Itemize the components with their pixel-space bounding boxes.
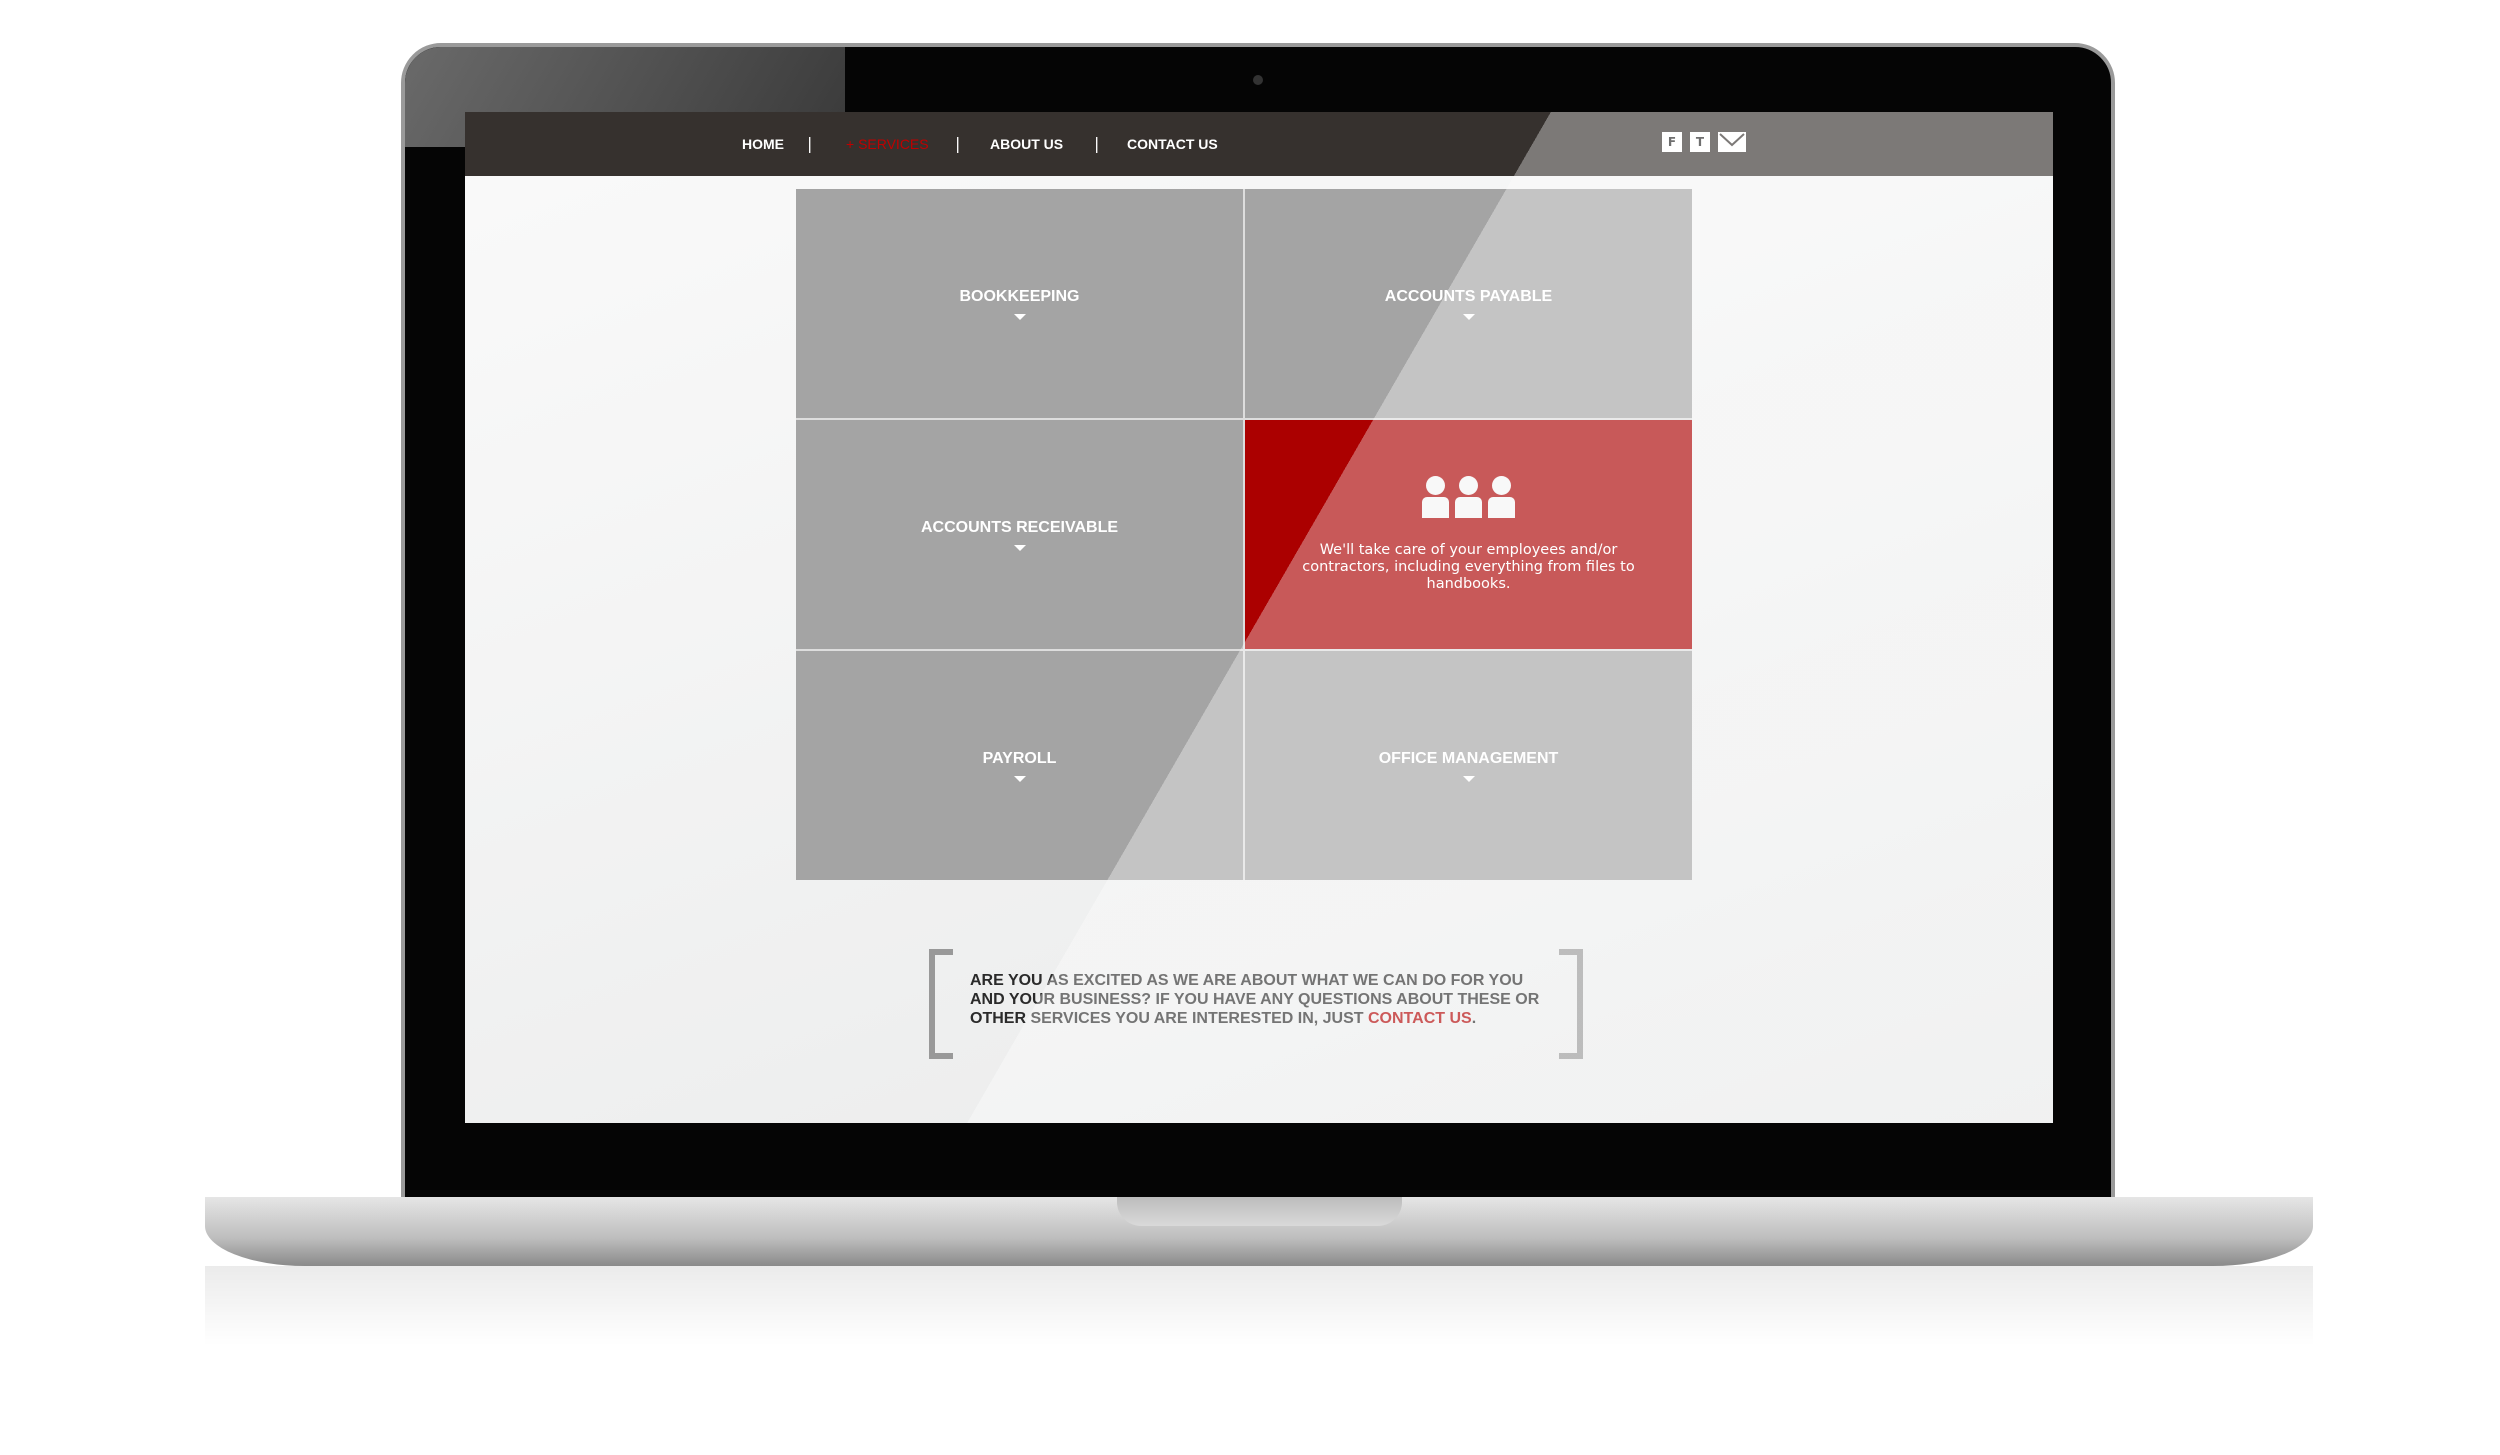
chevron-down-icon [1462,775,1475,782]
facebook-icon[interactable]: F [1662,132,1682,152]
nav-contact-us[interactable]: CONTACT US [1127,136,1218,152]
nav-separator: | [807,134,813,153]
contact-us-link[interactable]: CONTACT US [1368,1010,1472,1027]
service-tile-accounts-payable[interactable]: ACCOUNTS PAYABLE [1245,189,1692,418]
people-icon [1422,476,1515,518]
nav-separator: | [955,134,961,153]
nav-home[interactable]: HOME [742,136,784,152]
service-tile-payroll[interactable]: PAYROLL [796,651,1243,880]
chevron-down-icon [1013,313,1026,320]
laptop-shadow [205,1266,2313,1346]
chevron-down-icon [1013,775,1026,782]
tile-label: ACCOUNTS RECEIVABLE [920,518,1119,536]
right-bracket [1559,949,1583,1059]
services-grid: BOOKKEEPING ACCOUNTS PAYABLE ACCOUNTS RE… [796,189,1692,880]
chevron-down-icon [1013,544,1026,551]
service-tile-bookkeeping[interactable]: BOOKKEEPING [796,189,1243,418]
service-tile-accounts-receivable[interactable]: ACCOUNTS RECEIVABLE [796,420,1243,649]
tile-label: OFFICE MANAGEMENT [1378,749,1559,767]
call-to-action-quote: ARE YOU AS EXCITED AS WE ARE ABOUT WHAT … [929,949,1583,1059]
laptop-notch [1117,1197,1402,1226]
camera [1253,75,1263,85]
quote-text: ARE YOU AS EXCITED AS WE ARE ABOUT WHAT … [970,971,1550,1028]
chevron-down-icon [1462,313,1475,320]
tile-label: PAYROLL [982,749,1057,767]
tile-description: We'll take care of your employees and/or… [1302,542,1635,592]
quote-end: . [1471,1010,1477,1027]
twitter-icon[interactable]: T [1690,132,1710,152]
website-screen: HOME | + SERVICES | ABOUT US | CONTACT U… [465,112,2053,1123]
nav-services[interactable]: + SERVICES [846,136,929,152]
nav-separator: | [1094,134,1100,153]
left-bracket [929,949,953,1059]
tile-label: BOOKKEEPING [959,287,1080,305]
service-tile-office-management[interactable]: OFFICE MANAGEMENT [1245,651,1692,880]
mail-icon[interactable] [1718,132,1746,152]
tile-label: ACCOUNTS PAYABLE [1384,287,1553,305]
service-tile-hr-active[interactable]: We'll take care of your employees and/or… [1245,420,1692,649]
nav-about-us[interactable]: ABOUT US [990,136,1063,152]
top-nav: HOME | + SERVICES | ABOUT US | CONTACT U… [465,112,2053,176]
